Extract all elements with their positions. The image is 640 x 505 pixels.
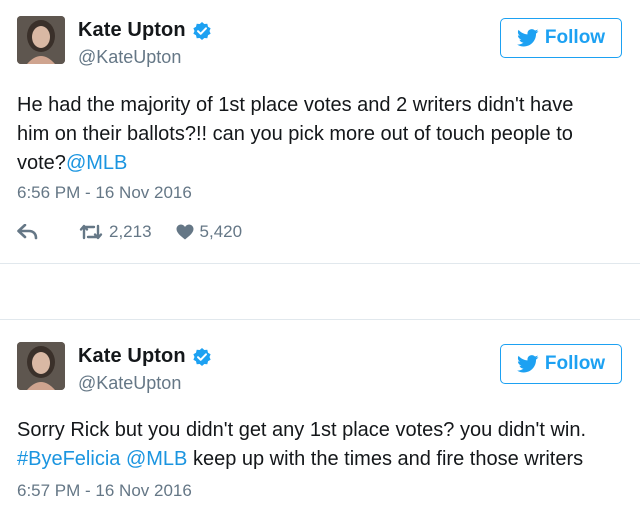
like-button[interactable]: 5,420 bbox=[176, 222, 243, 242]
mention-link[interactable]: @MLB bbox=[126, 448, 187, 470]
user-name-row: Kate Upton bbox=[78, 345, 212, 368]
avatar-image bbox=[17, 16, 65, 64]
tweet-text-line: He had the majority of 1st place votes a… bbox=[17, 94, 574, 116]
tweet-text-fragment: vote? bbox=[17, 152, 66, 174]
tweet-text-fragment: keep up with the times and fire those wr… bbox=[187, 448, 584, 470]
tweet-text-line: Sorry Rick but you didn't get any 1st pl… bbox=[17, 419, 587, 441]
tweet-text-line: vote?@MLB bbox=[17, 149, 627, 178]
tweet-text: Sorry Rick but you didn't get any 1st pl… bbox=[17, 416, 627, 474]
divider bbox=[0, 263, 640, 264]
timestamp[interactable]: 6:56 PM - 16 Nov 2016 bbox=[17, 183, 192, 203]
follow-label: Follow bbox=[544, 27, 606, 48]
twitter-bird-icon bbox=[516, 29, 539, 47]
user-handle[interactable]: @KateUpton bbox=[78, 373, 181, 394]
timestamp[interactable]: 6:57 PM - 16 Nov 2016 bbox=[17, 481, 192, 501]
retweet-count: 2,213 bbox=[109, 222, 152, 241]
user-name[interactable]: Kate Upton bbox=[78, 19, 186, 42]
mention-link[interactable]: @MLB bbox=[66, 152, 127, 174]
verified-badge-icon bbox=[193, 21, 211, 40]
follow-button[interactable]: Follow bbox=[500, 344, 622, 384]
tweet-text: He had the majority of 1st place votes a… bbox=[17, 91, 627, 178]
tweet-card: Kate Upton @KateUpton Follow Sorry Rick … bbox=[0, 320, 640, 505]
hashtag-link[interactable]: #ByeFelicia bbox=[17, 448, 120, 470]
heart-icon bbox=[176, 224, 194, 240]
reply-icon bbox=[17, 224, 38, 240]
like-count: 5,420 bbox=[199, 222, 243, 241]
follow-label: Follow bbox=[544, 353, 606, 374]
avatar-image bbox=[17, 342, 65, 390]
follow-button[interactable]: Follow bbox=[500, 18, 622, 58]
tweet-card: Kate Upton @KateUpton Follow He had the … bbox=[0, 0, 640, 263]
verified-badge-icon bbox=[193, 347, 211, 366]
avatar[interactable] bbox=[17, 342, 65, 390]
twitter-bird-icon bbox=[516, 355, 539, 373]
retweet-icon bbox=[79, 224, 103, 240]
user-name[interactable]: Kate Upton bbox=[78, 345, 186, 368]
avatar[interactable] bbox=[17, 16, 65, 64]
tweet-text-line: #ByeFelicia @MLB keep up with the times … bbox=[17, 445, 627, 474]
tweet-text-line: him on their ballots?!! can you pick mor… bbox=[17, 123, 573, 145]
reply-button[interactable] bbox=[17, 224, 39, 240]
tweet-actions: 2,213 5,420 bbox=[17, 222, 242, 242]
user-name-row: Kate Upton bbox=[78, 19, 212, 42]
retweet-button[interactable]: 2,213 bbox=[79, 222, 152, 242]
user-handle[interactable]: @KateUpton bbox=[78, 47, 181, 68]
